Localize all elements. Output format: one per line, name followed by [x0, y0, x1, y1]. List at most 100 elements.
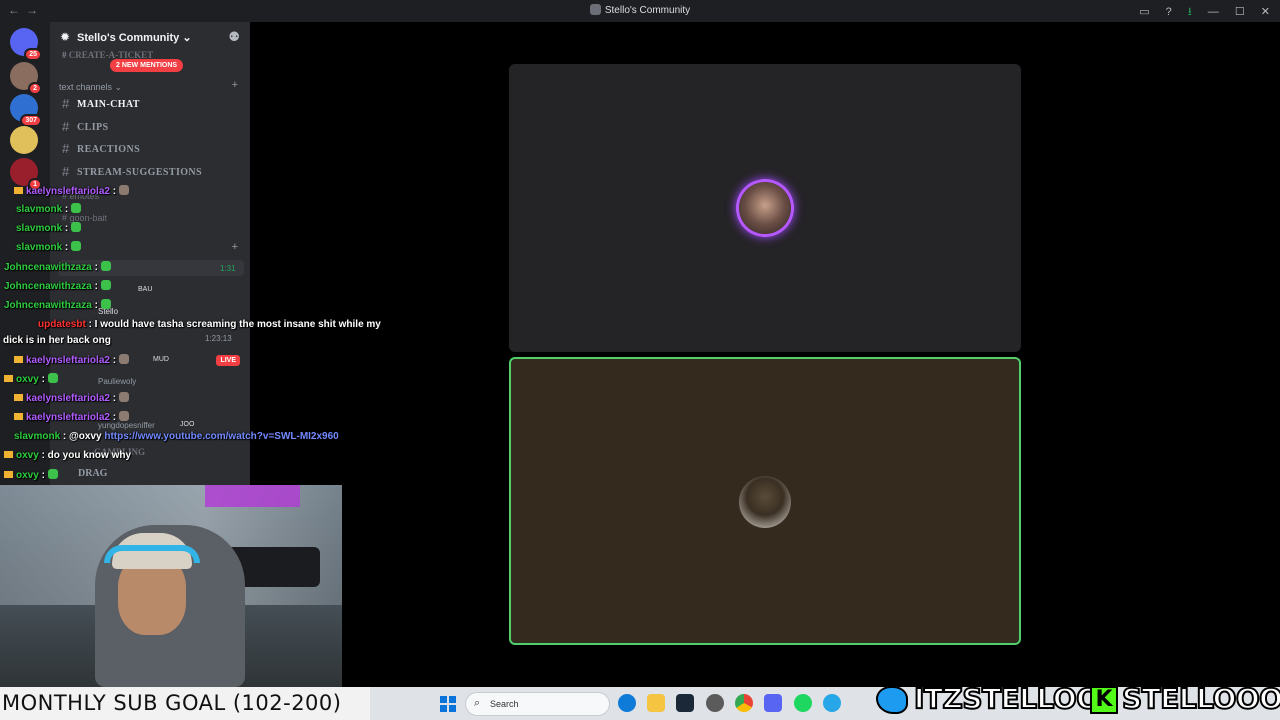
emote-icon	[71, 241, 82, 251]
chat-text: dick is in her back ong	[3, 335, 111, 346]
twitter-handle: ITZSTELLOO	[913, 681, 1101, 716]
chat-text: : I would have tasha screaming the most …	[88, 319, 381, 330]
emote-icon	[119, 185, 130, 195]
add-member-icon[interactable]: ⚉	[228, 29, 240, 45]
crown-icon	[14, 394, 23, 401]
emote-icon	[119, 411, 130, 421]
chat-text: :	[94, 300, 98, 311]
chat-username: kaelynsleftariola2	[26, 412, 110, 423]
chat-message: kaelynsleftariola2 :	[14, 354, 130, 366]
taskbar-search[interactable]: ⌕ Search	[465, 692, 610, 716]
emote-icon	[47, 469, 58, 479]
chat-message: slavmonk :	[16, 203, 82, 215]
channel-label: STREAM-SUGGESTIONS	[77, 167, 203, 178]
emote-icon	[100, 280, 111, 290]
crown-icon	[14, 356, 23, 363]
new-mentions-pill[interactable]: 2 NEW MENTIONS	[110, 59, 184, 72]
chat-username: updatesbt	[38, 319, 86, 330]
channel-label: CLIPS	[77, 122, 109, 133]
chat-text: :	[112, 393, 117, 404]
chat-text: :	[112, 412, 117, 423]
title-bar: ←→ Stello's Community ▭ ? ⭳ — ☐ ✕	[0, 0, 1280, 22]
file-explorer-icon[interactable]	[647, 694, 665, 712]
server-icon-1[interactable]: 2	[10, 62, 42, 95]
crown-icon	[14, 187, 23, 194]
chat-link[interactable]: https://www.youtube.com/watch?v=SWL-MI2x…	[104, 431, 338, 442]
kick-icon: K	[1090, 686, 1118, 714]
chat-username: oxvy	[16, 470, 39, 481]
social-banner: ITZSTELLOO K STELLOOO	[872, 680, 1280, 720]
chat-username: oxvy	[16, 450, 39, 461]
crown-icon	[4, 471, 13, 478]
message-timestamp: 1:23:13	[205, 334, 232, 343]
chat-text: :	[64, 204, 69, 215]
chat-message: Johncenawithzaza :	[4, 280, 111, 292]
server-name: Stello's Community ⌄	[77, 31, 192, 44]
chat-message: kaelynsleftariola2 :	[14, 392, 130, 404]
hash-icon: #	[62, 119, 70, 134]
chat-message: oxvy : do you know why	[4, 450, 131, 461]
server-icon-2[interactable]: 307	[10, 94, 42, 127]
channel-stream-suggestions[interactable]: # STREAM-SUGGESTIONS	[58, 163, 244, 183]
server-header[interactable]: ✹ Stello's Community ⌄ ⚉	[50, 28, 250, 48]
chat-username: slavmonk	[16, 204, 63, 215]
emote-icon	[100, 261, 111, 271]
webcam-feed	[0, 485, 342, 687]
channel-reactions[interactable]: # REACTIONS	[58, 140, 244, 160]
chat-message: kaelynsleftariola2 :	[14, 411, 130, 423]
download-icon[interactable]: ⭳	[1188, 3, 1192, 22]
server-icon-3[interactable]	[10, 126, 38, 154]
obs-icon[interactable]	[706, 694, 724, 712]
server-name-text: Stello's Community	[77, 32, 180, 44]
close-button[interactable]: ✕	[1261, 5, 1270, 18]
windows-start-icon[interactable]	[440, 696, 456, 712]
hash-icon: #	[62, 141, 70, 156]
chat-text: :	[94, 281, 98, 292]
emote-icon	[71, 222, 82, 232]
chat-message: slavmonk :	[16, 222, 82, 234]
window-title-text: Stello's Community	[604, 5, 691, 16]
chat-message: Johncenawithzaza :	[4, 299, 111, 311]
channel-label: REACTIONS	[77, 144, 141, 155]
message-timestamp: 1:31	[220, 264, 236, 273]
chat-text: :	[94, 262, 98, 273]
discord-icon[interactable]	[764, 694, 782, 712]
emote-icon	[119, 392, 130, 402]
maximize-button[interactable]: ☐	[1235, 5, 1245, 18]
participant-avatar-speaking	[739, 182, 791, 234]
home-badge: 25	[24, 48, 42, 61]
chat-text: : @oxvy	[62, 431, 102, 442]
add-channel-icon[interactable]: +	[232, 79, 238, 91]
chat-username: Johncenawithzaza	[4, 262, 92, 273]
chat-text: :	[64, 223, 69, 234]
emote-icon	[119, 354, 130, 364]
chat-message-continued: dick is in her back ong	[3, 335, 111, 346]
chat-message: slavmonk : @oxvy https://www.youtube.com…	[14, 431, 339, 442]
category-text-channels[interactable]: text channels ⌄	[59, 82, 122, 93]
steam-icon[interactable]	[676, 694, 694, 712]
chevron-down-icon: ⌄	[182, 32, 192, 44]
chrome-icon[interactable]	[735, 694, 753, 712]
chat-username: kaelynsleftariola2	[26, 186, 110, 197]
emote-icon	[100, 299, 111, 309]
home-button[interactable]: 25	[10, 28, 42, 61]
chat-text: :	[112, 186, 117, 197]
chat-text: :	[112, 355, 117, 366]
chat-text: :	[41, 470, 45, 481]
hash-icon: #	[62, 96, 70, 111]
edge-icon[interactable]	[618, 694, 636, 712]
help-icon[interactable]: ?	[1166, 6, 1172, 18]
chat-username: Johncenawithzaza	[4, 281, 92, 292]
chat-username: kaelynsleftariola2	[26, 393, 110, 404]
webcam-tv	[205, 485, 300, 507]
channel-main-chat[interactable]: # MAIN-CHAT	[58, 95, 244, 115]
chat-username: Johncenawithzaza	[4, 300, 92, 311]
spotify-icon[interactable]	[794, 694, 812, 712]
channel-clips[interactable]: # CLIPS	[58, 118, 244, 138]
minimize-button[interactable]: —	[1208, 6, 1219, 18]
channel-label: MAIN-CHAT	[77, 99, 140, 110]
emote-icon	[47, 373, 58, 383]
telegram-icon[interactable]	[823, 694, 841, 712]
search-icon: ⌕	[474, 697, 481, 709]
inbox-icon[interactable]: ▭	[1139, 5, 1149, 18]
